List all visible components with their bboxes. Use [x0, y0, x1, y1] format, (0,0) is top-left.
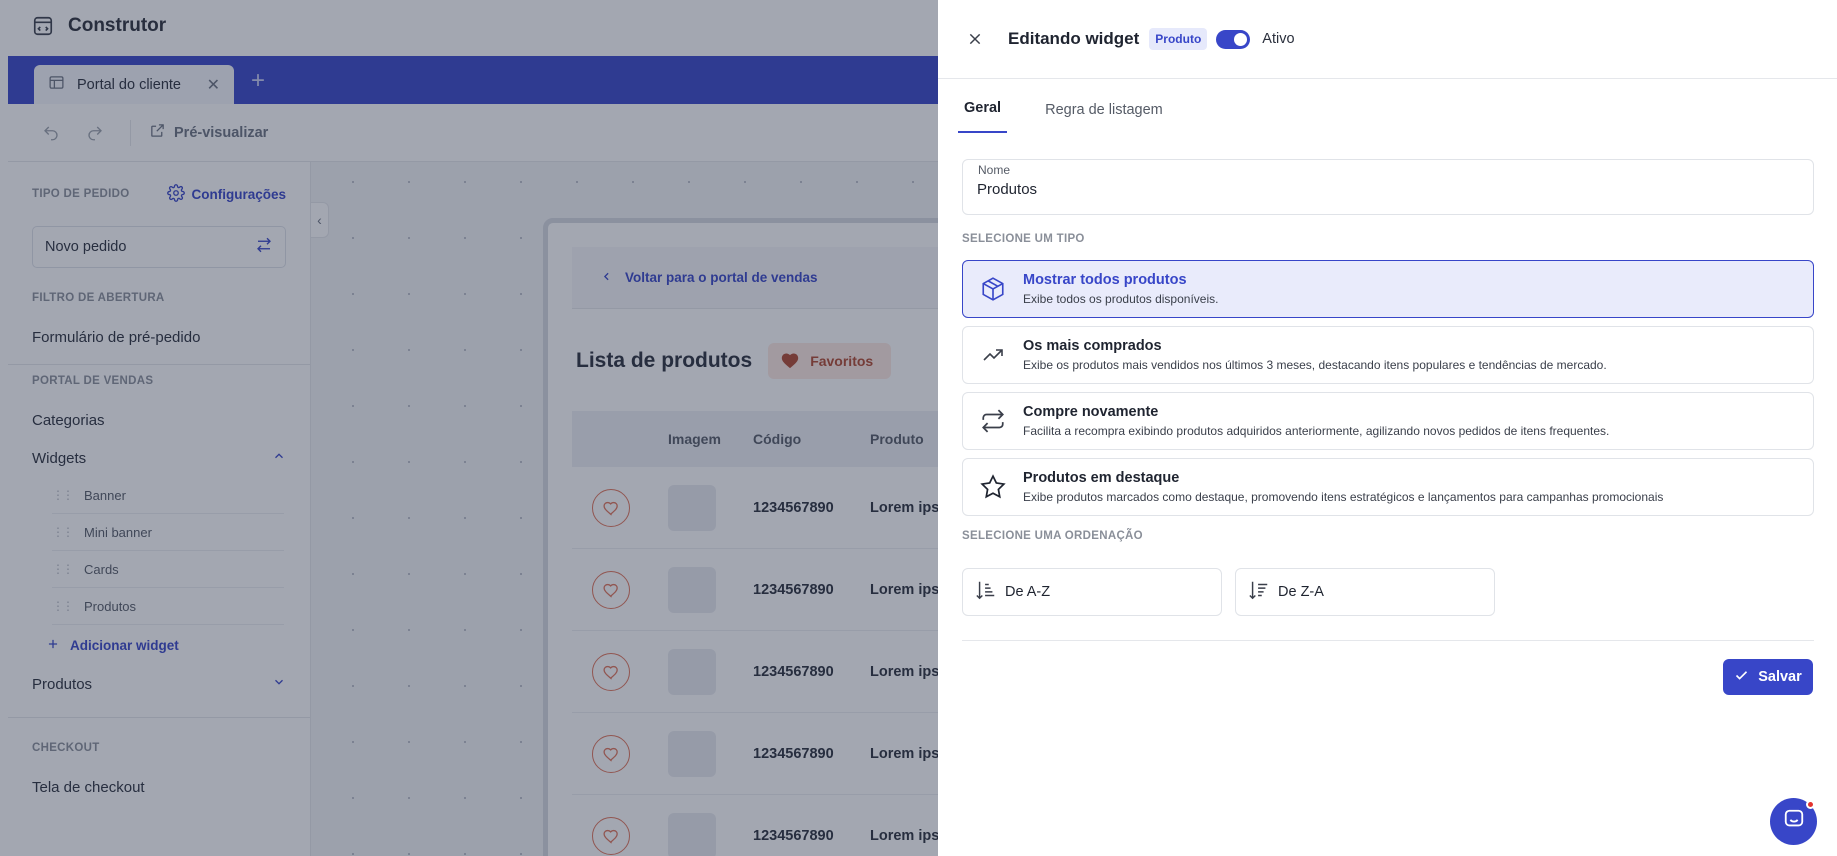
sort-descending-icon: [1248, 578, 1270, 606]
close-icon: [969, 33, 981, 45]
notification-dot: [1806, 800, 1815, 809]
type-option-description: Facilita a recompra exibindo produtos ad…: [1023, 424, 1610, 438]
name-field-label: Nome: [976, 163, 1013, 177]
order-section-label: SELECIONE UMA ORDENAÇÃO: [962, 530, 1143, 542]
box-icon: [963, 276, 1023, 302]
type-option-title: Produtos em destaque: [1023, 470, 1180, 486]
modal-backdrop[interactable]: [0, 0, 938, 856]
name-input[interactable]: [977, 181, 1797, 198]
type-option-text: Produtos em destaque Exibe produtos marca…: [1023, 470, 1663, 504]
type-option-text: Os mais comprados Exibe os produtos mais …: [1023, 338, 1607, 372]
order-a-z-button[interactable]: De A-Z: [962, 568, 1222, 616]
name-field: Nome: [962, 159, 1814, 215]
type-option-description: Exibe produtos marcados como destaque, p…: [1023, 490, 1664, 504]
type-option-text: Mostrar todos produtos Exibe todos os pro…: [1023, 272, 1218, 306]
edit-widget-panel: Editando widget Produto Ativo Geral Regr…: [938, 0, 1837, 856]
panel-tabs: Geral Regra de listagem: [938, 85, 1837, 133]
widget-type-badge: Produto: [1149, 28, 1208, 50]
active-label: Ativo: [1262, 31, 1295, 47]
tab-geral[interactable]: Geral: [958, 85, 1008, 133]
type-option-description: Exibe todos os produtos disponíveis.: [1023, 292, 1219, 306]
check-icon: [1734, 668, 1749, 687]
order-label: De Z-A: [1278, 584, 1324, 600]
type-option-description: Exibe os produtos mais vendidos nos últi…: [1023, 358, 1607, 372]
type-option-card[interactable]: Compre novamente Facilita a recompra exib…: [962, 392, 1814, 450]
tab-regra-de-listagem[interactable]: Regra de listagem: [1045, 85, 1163, 133]
star-icon: [963, 474, 1023, 500]
chat-icon: [1783, 808, 1805, 835]
sort-ascending-icon: [975, 578, 997, 606]
panel-header: Editando widget Produto Ativo: [938, 0, 1837, 79]
panel-divider: [962, 640, 1814, 641]
panel-title: Editando widget: [1008, 29, 1140, 48]
type-option-title: Compre novamente: [1023, 404, 1159, 420]
order-options: De A-Z De Z-A: [962, 568, 1837, 616]
close-panel-button[interactable]: [964, 28, 986, 50]
support-chat-button[interactable]: [1770, 798, 1817, 845]
type-option-card[interactable]: Produtos em destaque Exibe produtos marca…: [962, 458, 1814, 516]
save-button[interactable]: Salvar: [1723, 659, 1813, 695]
order-z-a-button[interactable]: De Z-A: [1235, 568, 1495, 616]
active-toggle[interactable]: [1216, 29, 1251, 49]
save-label: Salvar: [1758, 669, 1802, 685]
type-options: Mostrar todos produtos Exibe todos os pro…: [962, 260, 1814, 516]
type-option-card[interactable]: Mostrar todos produtos Exibe todos os pro…: [962, 260, 1814, 318]
type-option-card[interactable]: Os mais comprados Exibe os produtos mais …: [962, 326, 1814, 384]
trending-up-icon: [963, 343, 1023, 367]
repeat-icon: [963, 408, 1023, 434]
type-option-text: Compre novamente Facilita a recompra exib…: [1023, 404, 1609, 438]
order-label: De A-Z: [1005, 584, 1051, 600]
type-option-title: Mostrar todos produtos: [1023, 272, 1187, 288]
type-option-title: Os mais comprados: [1023, 338, 1162, 354]
type-section-label: SELECIONE UM TIPO: [962, 233, 1085, 245]
